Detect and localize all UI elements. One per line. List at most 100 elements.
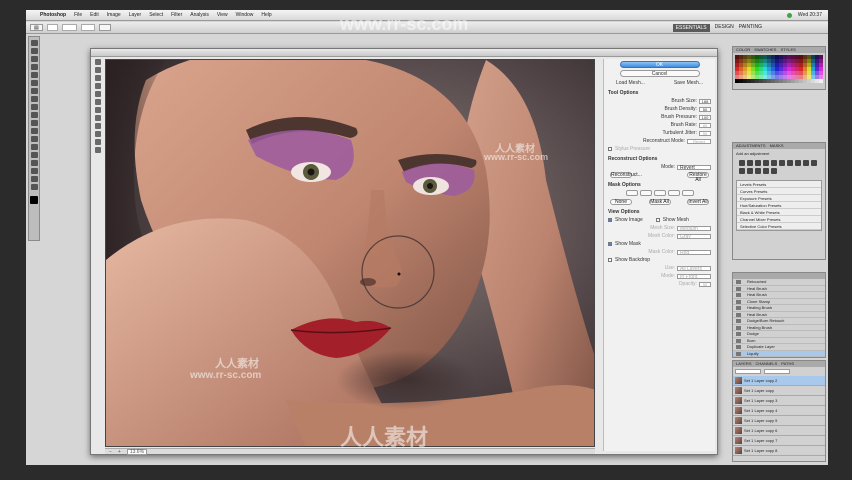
- twirl-tool-icon[interactable]: [94, 75, 101, 81]
- tool-preset-button[interactable]: ▤: [30, 24, 43, 31]
- stylus-pressure-checkbox[interactable]: [608, 147, 612, 151]
- tab-masks[interactable]: MASKS: [770, 143, 784, 149]
- layer-row[interactable]: Set 1 Layer copy 6: [733, 426, 825, 436]
- load-mesh-button[interactable]: Load Mesh...: [616, 80, 645, 86]
- opacity-field[interactable]: [764, 369, 790, 374]
- pen-tool-icon[interactable]: [30, 144, 38, 150]
- menu-view[interactable]: View: [217, 12, 228, 18]
- turbulence-tool-icon[interactable]: [94, 115, 101, 121]
- freeze-mask-tool-icon[interactable]: [94, 123, 101, 129]
- opacity-input[interactable]: 50: [699, 281, 711, 287]
- levels-icon[interactable]: [747, 160, 753, 166]
- history-item-active[interactable]: Liquify: [733, 350, 825, 357]
- eraser-tool-icon[interactable]: [30, 120, 38, 126]
- magic-wand-tool-icon[interactable]: [30, 64, 38, 70]
- mesh-color-select[interactable]: Gray: [677, 233, 711, 239]
- layer-row[interactable]: Set 1 Layer copy 7: [733, 436, 825, 446]
- layer-row[interactable]: Set 1 Layer copy 2: [733, 376, 825, 386]
- zoom-level[interactable]: 13.6%: [126, 448, 148, 455]
- app-menu[interactable]: Photoshop: [40, 12, 66, 18]
- healing-tool-icon[interactable]: [30, 88, 38, 94]
- forward-warp-tool-icon[interactable]: [94, 59, 101, 65]
- invert-icon[interactable]: [739, 168, 745, 174]
- mask-intersect-icon[interactable]: [667, 190, 680, 196]
- menu-select[interactable]: Select: [149, 12, 163, 18]
- zoom-out-icon[interactable]: −: [109, 449, 112, 455]
- gradient-tool-icon[interactable]: [30, 128, 38, 134]
- tab-adjustments[interactable]: ADJUSTMENTS: [736, 143, 766, 149]
- posterize-icon[interactable]: [747, 168, 753, 174]
- mask-invert-icon[interactable]: [681, 190, 694, 196]
- brush-pressure-input[interactable]: 100: [699, 114, 711, 120]
- use-select[interactable]: All Layers: [677, 265, 711, 271]
- brush-tool-icon[interactable]: [30, 96, 38, 102]
- preset-item[interactable]: Levels Presets: [737, 181, 821, 188]
- menu-analysis[interactable]: Analysis: [190, 12, 209, 18]
- swatch[interactable]: [819, 79, 823, 83]
- swatch-grid[interactable]: [733, 53, 825, 85]
- foreground-color-swatch[interactable]: [30, 196, 38, 204]
- reconstruct-mode-select[interactable]: Revert: [687, 138, 711, 144]
- layer-row[interactable]: Set 1 Layer copy 5: [733, 416, 825, 426]
- mask-none-button[interactable]: None: [610, 199, 632, 205]
- layer-row[interactable]: Set 1 Layer copy 3: [733, 396, 825, 406]
- gradient-map-icon[interactable]: [763, 168, 769, 174]
- show-image-checkbox[interactable]: [608, 218, 612, 222]
- history-brush-tool-icon[interactable]: [30, 112, 38, 118]
- crop-tool-icon[interactable]: [30, 72, 38, 78]
- zoom-tool-icon[interactable]: [94, 147, 101, 153]
- reconstruct-tool-icon[interactable]: [94, 67, 101, 73]
- mask-all-button[interactable]: Mask All: [648, 199, 671, 205]
- stamp-tool-icon[interactable]: [30, 104, 38, 110]
- threshold-icon[interactable]: [755, 168, 761, 174]
- workspace-essentials[interactable]: ESSENTIALS: [672, 23, 710, 32]
- mask-subtract-icon[interactable]: [653, 190, 666, 196]
- preset-item[interactable]: Black & White Presets: [737, 209, 821, 216]
- option-field[interactable]: [62, 24, 77, 31]
- option-button[interactable]: [98, 24, 112, 31]
- pucker-tool-icon[interactable]: [94, 83, 101, 89]
- preset-item[interactable]: Curves Presets: [737, 188, 821, 195]
- photo-filter-icon[interactable]: [803, 160, 809, 166]
- hand-tool-icon[interactable]: [94, 139, 101, 145]
- eyedropper-tool-icon[interactable]: [30, 80, 38, 86]
- preset-item[interactable]: Selective Color Presets: [737, 223, 821, 230]
- menu-image[interactable]: Image: [107, 12, 121, 18]
- menu-window[interactable]: Window: [236, 12, 254, 18]
- move-tool-icon[interactable]: [30, 40, 38, 46]
- tab-layers[interactable]: LAYERS: [736, 361, 752, 367]
- mask-replace-icon[interactable]: [625, 190, 638, 196]
- brush-density-input[interactable]: 50: [699, 106, 711, 112]
- preset-item[interactable]: Hue/Saturation Presets: [737, 202, 821, 209]
- hue-saturation-icon[interactable]: [779, 160, 785, 166]
- color-balance-icon[interactable]: [787, 160, 793, 166]
- type-tool-icon[interactable]: [30, 152, 38, 158]
- status-icon[interactable]: [786, 12, 792, 18]
- lasso-tool-icon[interactable]: [30, 56, 38, 62]
- layer-row[interactable]: Set 1 Layer copy 8: [733, 446, 825, 456]
- mode-select[interactable]: Revert: [677, 164, 711, 170]
- zoom-in-icon[interactable]: +: [118, 449, 121, 455]
- menu-edit[interactable]: Edit: [90, 12, 99, 18]
- shape-tool-icon[interactable]: [30, 168, 38, 174]
- dialog-title-bar[interactable]: [91, 49, 717, 57]
- show-mesh-checkbox[interactable]: [655, 218, 660, 222]
- mask-color-select[interactable]: Red: [677, 249, 711, 255]
- mask-add-icon[interactable]: [639, 190, 652, 196]
- layer-row[interactable]: Set 1 Layer copy 4: [733, 406, 825, 416]
- menu-layer[interactable]: Layer: [129, 12, 142, 18]
- thaw-mask-tool-icon[interactable]: [94, 131, 101, 137]
- dodge-tool-icon[interactable]: [30, 136, 38, 142]
- invert-all-button[interactable]: Invert All: [687, 199, 709, 205]
- zoom-tool-icon[interactable]: [30, 184, 38, 190]
- turbulent-jitter-input[interactable]: 50: [699, 130, 711, 136]
- option-field[interactable]: [46, 24, 59, 31]
- path-select-tool-icon[interactable]: [30, 160, 38, 166]
- tab-swatches[interactable]: SWATCHES: [754, 47, 776, 53]
- vibrance-icon[interactable]: [771, 160, 777, 166]
- selective-color-icon[interactable]: [771, 168, 777, 174]
- preset-item[interactable]: Channel Mixer Presets: [737, 216, 821, 223]
- layer-row[interactable]: Set 1 Layer copy: [733, 386, 825, 396]
- restore-all-button[interactable]: Restore All: [687, 172, 709, 183]
- menu-help[interactable]: Help: [261, 12, 271, 18]
